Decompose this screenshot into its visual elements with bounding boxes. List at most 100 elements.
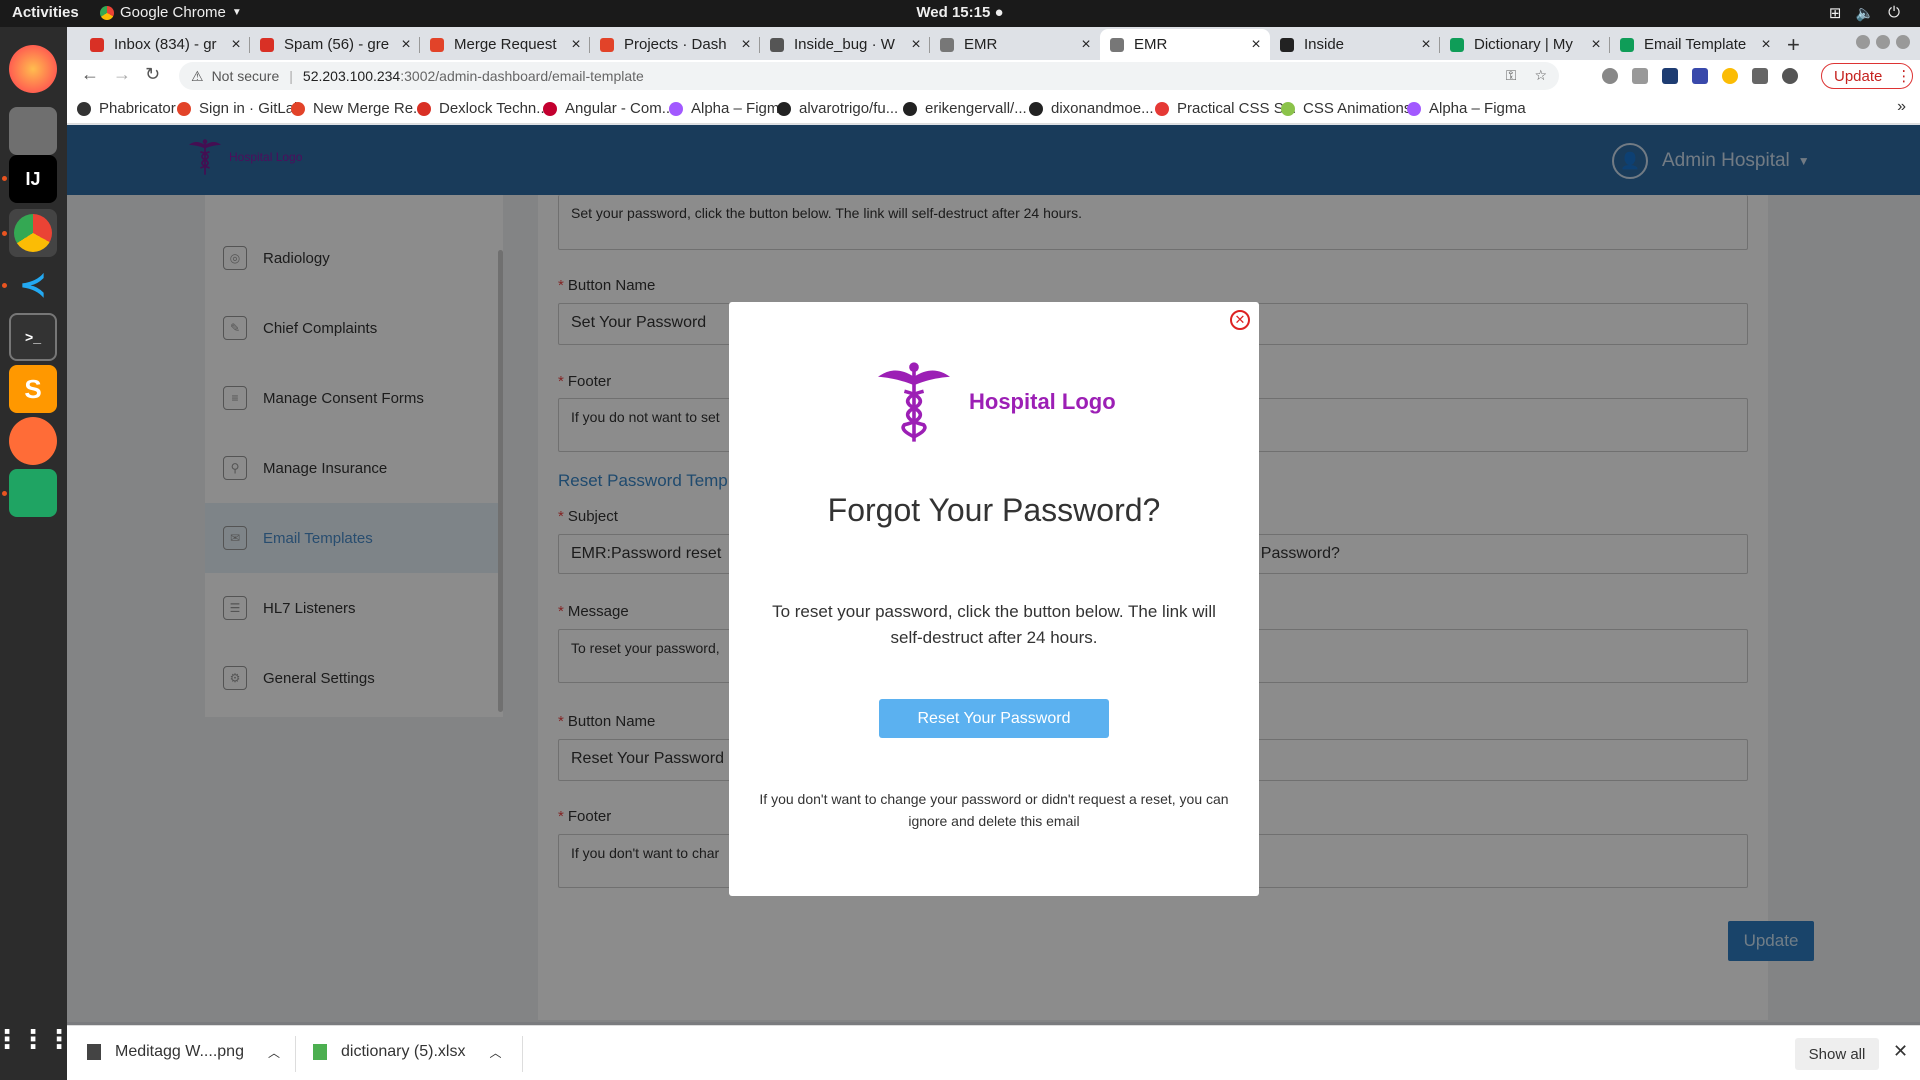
gitlab-icon (600, 37, 614, 52)
extension-icon[interactable] (1602, 68, 1618, 84)
chrome-icon[interactable] (9, 209, 57, 257)
sublime-icon[interactable]: S (9, 365, 57, 413)
bookmark-label: Dexlock Techn... (439, 100, 549, 117)
bookmark-label: Practical CSS S... (1177, 100, 1297, 117)
minimize-button[interactable] (1856, 35, 1870, 49)
bookmark[interactable]: Practical CSS S... (1155, 100, 1296, 117)
extension-icon[interactable] (1692, 68, 1708, 84)
show-apps-icon[interactable]: ⋮⋮⋮ (0, 1015, 72, 1063)
bookmark[interactable]: alvarotrigo/fu... (777, 100, 898, 117)
reset-password-button[interactable]: Reset Your Password (879, 699, 1109, 738)
close-icon[interactable]: × (1756, 36, 1776, 54)
chrome-update-button[interactable]: Update ⋮ (1821, 63, 1913, 89)
github-icon (1029, 101, 1043, 116)
omnibox-icons: ⚿ ☆ (1506, 67, 1547, 84)
puzzle-icon[interactable] (1752, 68, 1768, 84)
maximize-button[interactable] (1876, 35, 1890, 49)
tab-strip: Inbox (834) - gr × Spam (56) - gre × Merge… (67, 27, 1920, 60)
caduceus-icon (878, 362, 950, 442)
running-indicator (2, 176, 7, 181)
close-icon[interactable]: × (1246, 36, 1266, 54)
tab-label: Merge Request (454, 36, 557, 53)
close-icon[interactable]: × (906, 36, 926, 54)
close-icon[interactable]: × (226, 36, 246, 54)
postman-icon[interactable] (9, 417, 57, 465)
close-icon[interactable]: × (1416, 36, 1436, 54)
forward-icon[interactable]: → (113, 64, 131, 85)
bookmark[interactable]: New Merge Re... (291, 100, 426, 117)
chevron-up-icon[interactable]: ︿ (268, 1044, 280, 1061)
bookmark-label: Sign in · GitLab (199, 100, 303, 117)
back-icon[interactable]: ← (81, 64, 99, 85)
system-tray[interactable]: ⊞ 🔈 ⏻ (1829, 4, 1900, 22)
browser-tab[interactable]: Spam (56) - gre × (250, 29, 420, 60)
close-icon[interactable]: × (396, 36, 416, 54)
bookmark-label: Alpha – Figma (1429, 100, 1526, 117)
tab-label: Spam (56) - gre (284, 36, 390, 53)
chevron-up-icon[interactable]: ︿ (489, 1044, 501, 1061)
update-label: Update (1834, 67, 1883, 85)
bookmark-label: erikengervall/... (925, 100, 1027, 117)
bookmark[interactable]: dixonandmoe... (1029, 100, 1154, 117)
bookmark[interactable]: CSS Animations (1281, 100, 1411, 117)
browser-tab[interactable]: Dictionary | My × (1440, 29, 1610, 60)
emr-icon (940, 37, 954, 52)
bookmark[interactable]: Alpha – Figma (669, 100, 788, 117)
key-icon[interactable]: ⚿ (1506, 67, 1517, 84)
star-icon[interactable]: ☆ (1534, 67, 1547, 84)
browser-tab[interactable]: Merge Request × (420, 29, 590, 60)
bookmark[interactable]: Dexlock Techn... (417, 100, 549, 117)
browser-tab[interactable]: Inside_bug · W × (760, 29, 930, 60)
gitlab-icon (430, 37, 444, 52)
close-window-button[interactable] (1896, 35, 1910, 49)
reload-icon[interactable]: ↻ (145, 64, 160, 85)
new-tab-button[interactable]: + (1787, 32, 1800, 58)
files-icon[interactable] (9, 107, 57, 155)
close-icon[interactable]: × (1586, 36, 1606, 54)
bookmark[interactable]: Phabricator (77, 100, 176, 117)
browser-tab[interactable]: Inbox (834) - gr × (80, 29, 250, 60)
chevron-right-icon[interactable]: » (1897, 98, 1906, 116)
close-icon[interactable]: × (736, 36, 756, 54)
extensions-area (1602, 68, 1798, 84)
figma-icon (1407, 101, 1421, 116)
browser-tab[interactable]: EMR × (930, 29, 1100, 60)
clock[interactable]: Wed 15:15 ● (0, 4, 1920, 21)
download-divider (295, 1036, 296, 1072)
profile-avatar[interactable] (1782, 68, 1798, 84)
bookmark[interactable]: Sign in · GitLab (177, 100, 302, 117)
show-all-button[interactable]: Show all (1795, 1038, 1879, 1070)
gmail-icon (260, 37, 274, 52)
window-controls (1856, 35, 1910, 49)
intellij-icon[interactable]: IJ (9, 155, 57, 203)
extension-icon[interactable] (1662, 68, 1678, 84)
browser-tab-active[interactable]: EMR × (1100, 29, 1270, 60)
bookmark[interactable]: Angular - Com... (543, 100, 674, 117)
dock: IJ ≺ >_ S ⋮⋮⋮ (0, 27, 72, 1080)
close-icon[interactable]: × (1076, 36, 1096, 54)
download-item[interactable]: dictionary (5).xlsx ︿ (313, 1043, 502, 1061)
close-icon[interactable]: × (566, 36, 586, 54)
bookmark[interactable]: Alpha – Figma (1407, 100, 1526, 117)
browser-tab[interactable]: Projects · Dash × (590, 29, 760, 60)
vscode-icon[interactable]: ≺ (9, 261, 57, 309)
close-icon[interactable]: ✕ (1893, 1041, 1908, 1062)
sheets-icon (1450, 37, 1464, 52)
extension-icon[interactable] (1722, 68, 1738, 84)
extension-icon[interactable] (1632, 68, 1648, 84)
chat-icon[interactable] (9, 469, 57, 517)
url-text: 52.203.100.234:3002/admin-dashboard/emai… (303, 68, 644, 84)
browser-toolbar: ← → ↻ ⚠ Not secure | 52.203.100.234:3002… (67, 60, 1920, 92)
url-path: :3002/admin-dashboard/email-template (400, 68, 644, 84)
browser-tab[interactable]: Inside × (1270, 29, 1440, 60)
github-icon (777, 101, 791, 116)
terminal-icon[interactable]: >_ (9, 313, 57, 361)
close-icon[interactable]: ✕ (1230, 310, 1250, 330)
bookmark[interactable]: erikengervall/... (903, 100, 1027, 117)
address-bar[interactable]: ⚠ Not secure | 52.203.100.234:3002/admin… (179, 62, 1559, 90)
download-item[interactable]: Meditagg W....png ︿ (87, 1043, 280, 1061)
browser-tab[interactable]: Email Template × (1610, 29, 1780, 60)
gmail-icon (417, 101, 431, 116)
gmail-icon (90, 37, 104, 52)
firefox-icon[interactable] (9, 45, 57, 93)
